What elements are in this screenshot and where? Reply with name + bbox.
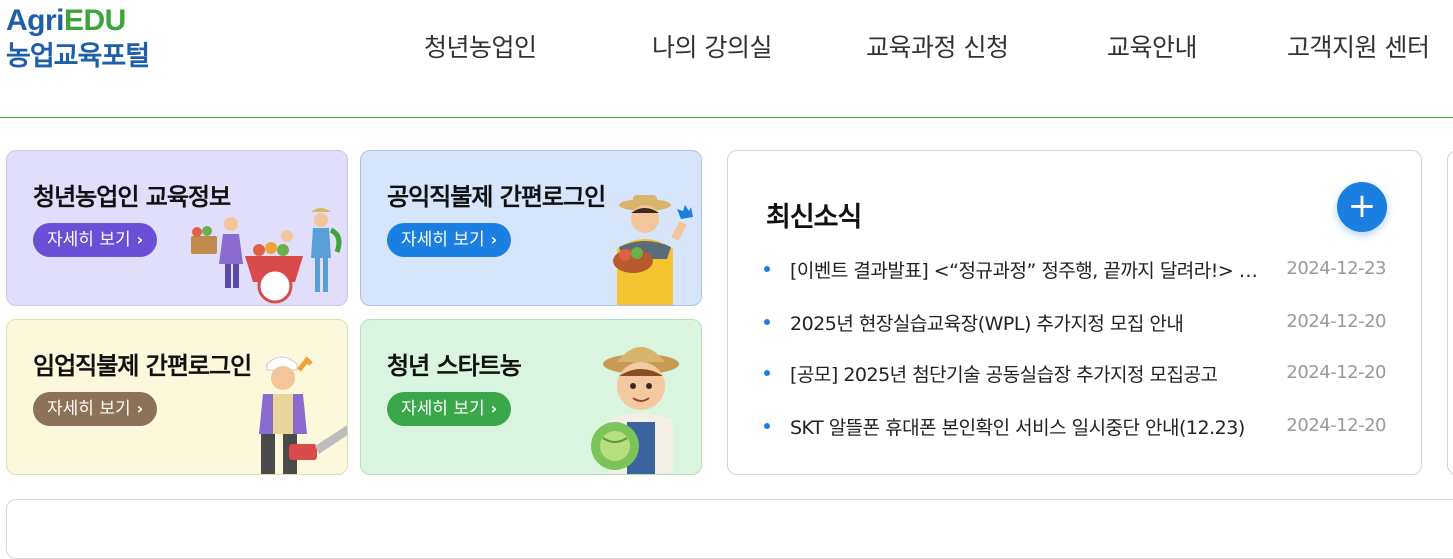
view-more-button[interactable]: 자세히 보기 › — [33, 392, 158, 426]
logo-wordmark: AgriEDU — [6, 4, 149, 38]
view-more-button[interactable]: 자세히 보기 › — [387, 392, 512, 426]
chevron-right-icon: › — [136, 230, 144, 249]
card-title: 청년 스타트농 — [387, 352, 522, 380]
news-item-title: [이벤트 결과발표] <“정규과정” 정주행, 끝까지 달려라!> 이벤트 당첨… — [790, 260, 1260, 282]
news-list-item[interactable]: [이벤트 결과발표] <“정규과정” 정주행, 끝까지 달려라!> 이벤트 당첨… — [764, 254, 1386, 284]
bullet-icon — [764, 266, 770, 272]
nav-item-course-application[interactable]: 교육과정 신청 — [866, 28, 1009, 64]
news-item-title: SKT 알뜰폰 휴대폰 본인확인 서비스 일시중단 안내(12.23) — [790, 417, 1245, 439]
farmer-with-cabbage-illustration — [591, 347, 679, 474]
view-more-button[interactable]: 자세히 보기 › — [33, 223, 158, 257]
nav-item-young-farmer[interactable]: 청년농업인 — [424, 28, 537, 64]
site-header: AgriEDU 농업교육포털 청년농업인 나의 강의실 교육과정 신청 교육안내… — [0, 0, 1453, 118]
chevron-right-icon: › — [490, 399, 498, 418]
view-more-label: 자세히 보기 — [47, 230, 131, 250]
card-forestry-payment-login[interactable]: 임업직불제 간편로그인 자세히 보기 › — [6, 319, 348, 475]
logo-subtitle: 농업교육포털 — [6, 41, 150, 72]
nav-item-customer-support[interactable]: 고객지원 센터 — [1287, 28, 1430, 64]
nav-item-my-classroom[interactable]: 나의 강의실 — [652, 28, 772, 64]
logo-agri-text: Agri — [6, 4, 65, 37]
card-youth-startup-farm[interactable]: 청년 스타트농 자세히 보기 › — [360, 319, 702, 475]
news-item-date: 2024-12-20 — [1286, 362, 1386, 383]
latest-news-panel: 최신소식 + [이벤트 결과발표] <“정규과정” 정주행, 끝까지 달려라!>… — [727, 150, 1422, 475]
forester-with-chainsaw-illustration — [259, 356, 347, 474]
news-list-item[interactable]: 2025년 현장실습교육장(WPL) 추가지정 모집 안내 2024-12-20 — [764, 307, 1386, 337]
news-list-item[interactable]: SKT 알뜰폰 휴대폰 본인확인 서비스 일시중단 안내(12.23) 2024… — [764, 411, 1386, 441]
bullet-icon — [764, 319, 770, 325]
view-more-label: 자세히 보기 — [401, 399, 485, 419]
farmer-with-basket-illustration — [613, 195, 693, 305]
bullet-icon — [764, 370, 770, 376]
chevron-right-icon: › — [136, 399, 144, 418]
news-item-title: 2025년 현장실습교육장(WPL) 추가지정 모집 안내 — [790, 313, 1184, 335]
view-more-label: 자세히 보기 — [47, 399, 131, 419]
chevron-right-icon: › — [490, 230, 498, 249]
card-title: 공익직불제 간편로그인 — [387, 183, 606, 211]
view-more-button[interactable]: 자세히 보기 › — [387, 223, 512, 257]
news-item-date: 2024-12-20 — [1286, 311, 1386, 332]
card-public-payment-login[interactable]: 공익직불제 간편로그인 자세히 보기 › — [360, 150, 702, 306]
bottom-panel-edge — [6, 499, 1453, 559]
view-more-label: 자세히 보기 — [401, 230, 485, 250]
news-item-date: 2024-12-23 — [1286, 258, 1386, 279]
card-title: 임업직불제 간편로그인 — [33, 352, 252, 380]
news-item-date: 2024-12-20 — [1286, 415, 1386, 436]
farmers-with-cart-illustration — [191, 208, 342, 304]
news-title: 최신소식 — [766, 202, 862, 233]
logo-edu-text: EDU — [64, 4, 126, 37]
bullet-icon — [764, 423, 770, 429]
news-list-item[interactable]: [공모] 2025년 첨단기술 공동실습장 추가지정 모집공고 2024-12-… — [764, 358, 1386, 388]
nav-item-education-guide[interactable]: 교육안내 — [1107, 28, 1198, 64]
next-panel-edge — [1447, 150, 1453, 475]
news-item-title: [공모] 2025년 첨단기술 공동실습장 추가지정 모집공고 — [790, 364, 1218, 386]
site-logo[interactable]: AgriEDU 농업교육포털 — [6, 4, 150, 76]
card-young-farmer-info[interactable]: 청년농업인 교육정보 자세히 보기 › — [6, 150, 348, 306]
plus-icon: + — [1347, 186, 1377, 226]
news-more-button[interactable]: + — [1337, 182, 1387, 232]
